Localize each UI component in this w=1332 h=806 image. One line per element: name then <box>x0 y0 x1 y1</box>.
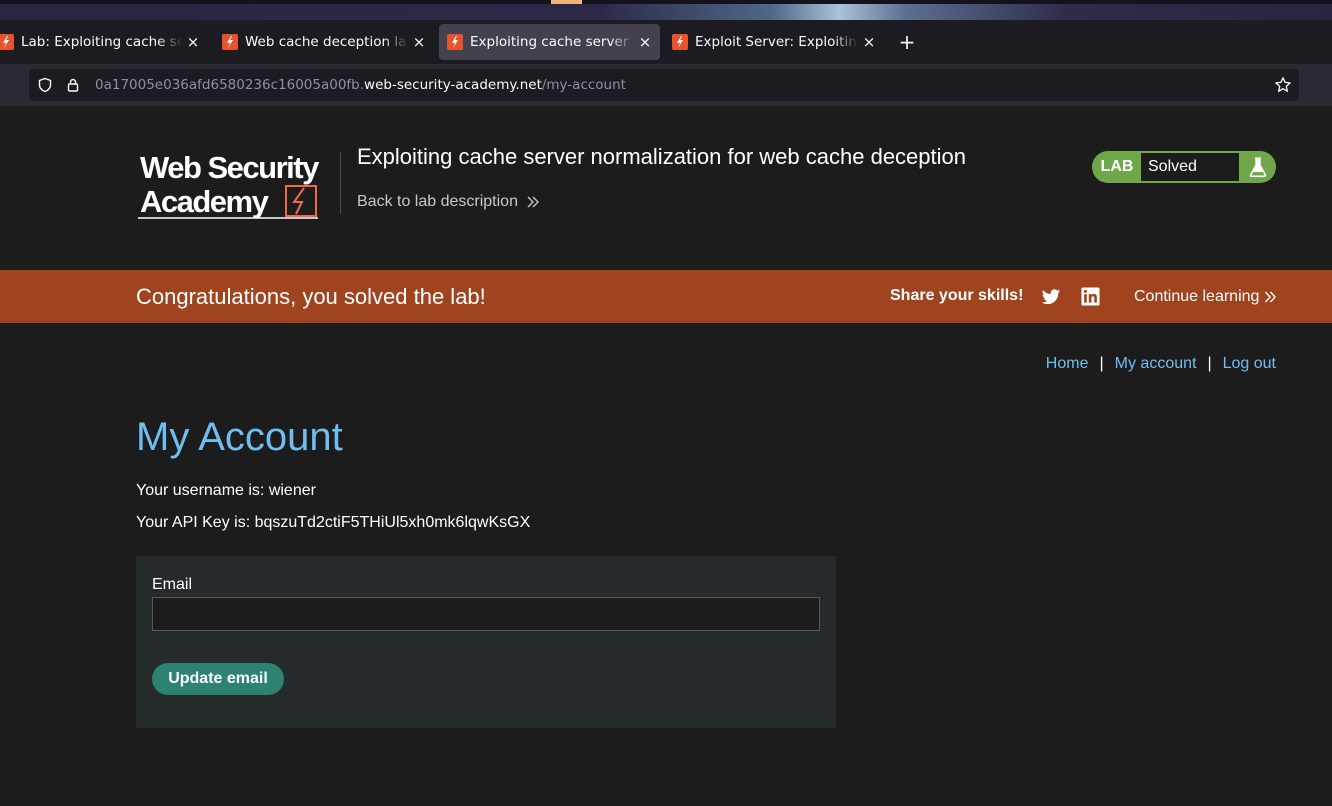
log-out-link[interactable]: Log out <box>1223 355 1276 373</box>
lab-favicon-icon <box>222 34 238 50</box>
close-tab-icon[interactable]: × <box>862 33 876 51</box>
web-security-academy-logo[interactable]: Web Security Academy <box>136 150 336 222</box>
back-to-lab-link[interactable]: Back to lab description <box>357 193 540 211</box>
logo-divider <box>340 152 341 214</box>
browser-tab-active[interactable]: Exploiting cache server normalization × <box>439 24 660 60</box>
change-email-form: Email Update email <box>136 556 836 728</box>
lab-favicon-icon <box>672 34 688 50</box>
browser-tab[interactable]: Exploit Server: Exploiting cache server … <box>664 24 884 60</box>
lab-status-text: Solved <box>1141 153 1239 181</box>
logo-text-line-2: Academy <box>140 184 270 219</box>
lock-icon[interactable] <box>65 77 81 93</box>
email-label: Email <box>152 576 193 593</box>
close-tab-icon[interactable]: × <box>412 33 426 51</box>
nav-separator: | <box>1207 355 1212 372</box>
continue-learning-link[interactable]: Continue learning <box>1134 288 1277 306</box>
username-text: Your username is: wiener <box>136 482 316 499</box>
url-text[interactable]: 0a17005e036afd6580236c16005a00fb.web-sec… <box>95 77 626 93</box>
share-skills-label: Share your skills! <box>890 287 1024 304</box>
home-link[interactable]: Home <box>1046 355 1089 373</box>
shield-icon[interactable] <box>37 77 53 93</box>
update-email-button[interactable]: Update email <box>152 663 284 695</box>
lab-header: Web Security Academy Exploiting cache se… <box>0 106 1332 270</box>
continue-learning-label: Continue learning <box>1134 288 1260 305</box>
new-tab-button[interactable]: + <box>896 30 918 54</box>
browser-tab[interactable]: Web cache deception lab × <box>214 24 434 60</box>
browser-tab[interactable]: Lab: Exploiting cache server normalizati… <box>0 24 208 60</box>
strip-line <box>0 0 1332 4</box>
page-content: Web Security Academy Exploiting cache se… <box>0 106 1332 806</box>
solved-banner: Congratulations, you solved the lab! Sha… <box>0 270 1332 323</box>
browser-nav-bar: 0a17005e036afd6580236c16005a00fb.web-sec… <box>0 64 1332 106</box>
double-chevron-right-icon <box>1265 291 1277 303</box>
lab-title: Exploiting cache server normalization fo… <box>357 144 966 169</box>
tab-title: Exploit Server: Exploiting cache server <box>695 34 858 50</box>
address-bar[interactable]: 0a17005e036afd6580236c16005a00fb.web-sec… <box>29 69 1299 101</box>
url-path: /my-account <box>541 77 626 93</box>
url-prefix: 0a17005e036afd6580236c16005a00fb. <box>95 77 365 93</box>
linkedin-icon[interactable] <box>1081 287 1100 306</box>
browser-tab-bar: Lab: Exploiting cache server normalizati… <box>0 20 1332 64</box>
lab-favicon-icon <box>447 34 463 50</box>
window-top-strip <box>0 0 1332 20</box>
close-tab-icon[interactable]: × <box>638 33 652 51</box>
bookmark-star-icon[interactable] <box>1274 76 1292 94</box>
congratulations-message: Congratulations, you solved the lab! <box>136 284 486 309</box>
lab-badge-label: LAB <box>1100 158 1134 175</box>
lab-status-badge: LAB Solved <box>1092 151 1276 183</box>
account-nav: Home | My account | Log out <box>1046 355 1276 373</box>
page-title: My Account <box>136 415 343 459</box>
api-key-text: Your API Key is: bqszuTd2ctiF5THiUl5xh0m… <box>136 514 531 531</box>
tab-title: Lab: Exploiting cache server normalizati… <box>21 34 182 50</box>
double-chevron-right-icon <box>527 196 539 208</box>
tab-title: Exploiting cache server normalization <box>470 34 634 50</box>
tab-title: Web cache deception lab <box>245 34 408 50</box>
strip-accent <box>551 0 582 4</box>
twitter-icon[interactable] <box>1041 287 1061 307</box>
url-host: web-security-academy.net <box>364 77 542 93</box>
email-field[interactable] <box>152 597 820 631</box>
close-tab-icon[interactable]: × <box>186 33 200 51</box>
nav-separator: | <box>1099 355 1104 372</box>
my-account-link[interactable]: My account <box>1115 355 1197 373</box>
flask-icon <box>1249 157 1267 178</box>
back-link-label: Back to lab description <box>357 193 518 210</box>
logo-text-line-1: Web Security <box>140 150 320 185</box>
lab-favicon-icon <box>0 34 14 50</box>
